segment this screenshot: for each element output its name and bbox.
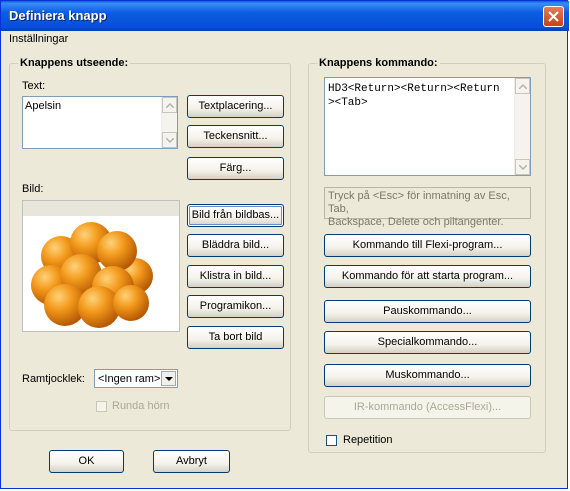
command-hint: Tryck på <Esc> för inmatning av Esc, Tab…	[324, 187, 531, 228]
chevron-down-icon	[519, 165, 527, 170]
frame-thickness-label: Ramtjocklek:	[22, 373, 85, 385]
command-group-legend: Knappens kommando:	[317, 57, 440, 69]
repetition-checkbox[interactable]	[326, 435, 337, 446]
pause-command-button[interactable]: Pauskommando...	[324, 300, 531, 323]
image-label: Bild:	[22, 183, 44, 195]
menu-item-settings[interactable]: Inställningar	[9, 33, 68, 45]
window-title: Definiera knapp	[9, 8, 107, 23]
dialog-window: Definiera knapp Inställningar Knappens u…	[0, 0, 569, 489]
button-text-value: Apelsin	[25, 100, 62, 112]
scroll-up-button[interactable]	[515, 78, 530, 94]
appearance-group: Knappens utseende: Text: Apelsin Textpla…	[9, 57, 291, 431]
command-text-value: HD3<Return><Return><Return ><Tab>	[328, 83, 500, 109]
frame-thickness-value: <Ingen ram>	[98, 373, 161, 385]
button-text-field[interactable]: Apelsin	[22, 96, 178, 149]
browse-image-button[interactable]: Bläddra bild...	[187, 234, 284, 257]
mouse-command-button[interactable]: Muskommando...	[324, 364, 531, 387]
paste-image-button[interactable]: Klistra in bild...	[187, 265, 284, 288]
repetition-label: Repetition	[343, 434, 393, 446]
remove-image-button[interactable]: Ta bort bild	[187, 326, 284, 349]
frame-thickness-select[interactable]: <Ingen ram>	[94, 369, 178, 388]
command-group: Knappens kommando: HD3<Return><Return><R…	[308, 57, 546, 453]
round-corners-checkbox[interactable]	[96, 401, 107, 412]
close-button[interactable]	[543, 6, 564, 27]
color-button[interactable]: Färg...	[187, 157, 284, 180]
scroll-down-button[interactable]	[162, 132, 177, 148]
image-from-db-button[interactable]: Bild från bildbas...	[187, 204, 284, 227]
chevron-down-icon	[166, 138, 174, 143]
chevron-down-icon	[165, 377, 173, 381]
title-bar[interactable]: Definiera knapp	[1, 1, 569, 31]
round-corners-label: Runda hörn	[112, 400, 170, 412]
flexi-command-button[interactable]: Kommando till Flexi-program...	[324, 234, 531, 257]
command-scrollbar[interactable]	[514, 78, 530, 175]
scroll-up-button[interactable]	[162, 97, 177, 113]
menu-bar: Inställningar	[1, 31, 569, 49]
cancel-button[interactable]: Avbryt	[153, 450, 230, 473]
ok-button[interactable]: OK	[49, 450, 124, 473]
chevron-up-icon	[166, 103, 174, 108]
text-scrollbar[interactable]	[161, 97, 177, 148]
program-icon-button[interactable]: Programikon...	[187, 295, 284, 318]
ir-command-button[interactable]: IR-kommando (AccessFlexi)...	[324, 396, 531, 419]
dropdown-button[interactable]	[161, 371, 176, 386]
chevron-up-icon	[519, 84, 527, 89]
text-label: Text:	[22, 80, 46, 92]
oranges-image	[31, 222, 153, 328]
scroll-down-button[interactable]	[515, 159, 530, 175]
text-placement-button[interactable]: Textplacering...	[187, 95, 284, 118]
image-preview	[22, 200, 180, 332]
font-button[interactable]: Teckensnitt...	[187, 125, 284, 148]
appearance-group-legend: Knappens utseende:	[18, 57, 131, 69]
command-text-field[interactable]: HD3<Return><Return><Return ><Tab>	[324, 77, 531, 176]
close-icon	[548, 11, 559, 22]
start-program-command-button[interactable]: Kommando för att starta program...	[324, 265, 531, 288]
special-command-button[interactable]: Specialkommando...	[324, 331, 531, 354]
